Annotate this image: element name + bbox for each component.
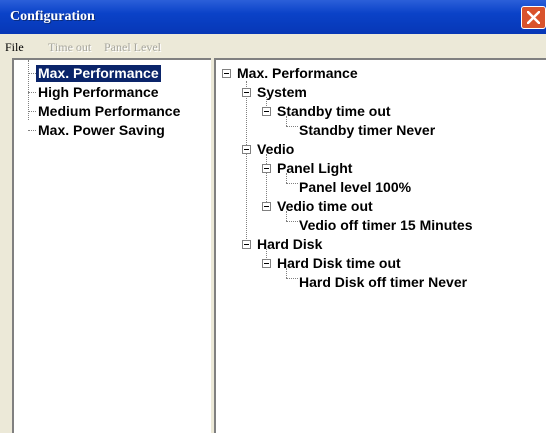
profile-item-max-power-saving[interactable]: Max. Power Saving	[38, 122, 165, 139]
tree-connector	[266, 154, 267, 202]
tree-connector	[28, 73, 36, 74]
tree-connector	[286, 116, 287, 126]
configuration-window: Configuration File Time out Panel Level …	[0, 0, 546, 433]
settings-tree: Max. Performance System Standby time out…	[214, 58, 546, 433]
tree-connector	[286, 221, 298, 222]
tree-root-label[interactable]: Max. Performance	[237, 65, 358, 82]
tree-connector	[286, 126, 298, 127]
close-button[interactable]	[521, 6, 546, 29]
minus-box-icon[interactable]	[262, 164, 271, 173]
tree-connector	[286, 278, 298, 279]
menu-time-out[interactable]: Time out	[48, 40, 91, 55]
title-bar[interactable]: Configuration	[0, 0, 546, 34]
profile-tree: Max. Performance High Performance Medium…	[12, 58, 211, 433]
minus-box-icon[interactable]	[222, 69, 231, 78]
tree-node-vedio-timeout[interactable]: Vedio time out	[277, 198, 373, 215]
tree-node-hard-disk-timeout[interactable]: Hard Disk time out	[277, 255, 401, 272]
tree-leaf-standby-timer[interactable]: Standby timer Never	[299, 122, 435, 139]
close-icon	[527, 11, 540, 24]
tree-node-system[interactable]: System	[257, 84, 307, 101]
tree-connector	[28, 130, 36, 131]
menu-panel-level[interactable]: Panel Level	[104, 40, 161, 55]
tree-node-vedio[interactable]: Vedio	[257, 141, 294, 158]
minus-box-icon[interactable]	[262, 259, 271, 268]
tree-connector	[246, 81, 247, 239]
tree-node-standby-timeout[interactable]: Standby time out	[277, 103, 391, 120]
tree-leaf-vedio-timer[interactable]: Vedio off timer 15 Minutes	[299, 217, 472, 234]
tree-node-panel-light[interactable]: Panel Light	[277, 160, 352, 177]
tree-leaf-hard-disk-timer[interactable]: Hard Disk off timer Never	[299, 274, 467, 291]
minus-box-icon[interactable]	[242, 88, 251, 97]
tree-leaf-panel-level[interactable]: Panel level 100%	[299, 179, 411, 196]
minus-box-icon[interactable]	[242, 145, 251, 154]
tree-connector	[286, 268, 287, 278]
tree-connector	[28, 92, 36, 93]
profile-item-medium-performance[interactable]: Medium Performance	[38, 103, 180, 120]
minus-box-icon[interactable]	[242, 240, 251, 249]
tree-connector	[28, 111, 36, 112]
profile-item-max-performance[interactable]: Max. Performance	[36, 65, 161, 82]
minus-box-icon[interactable]	[262, 107, 271, 116]
window-title: Configuration	[10, 9, 95, 24]
tree-connector	[286, 173, 287, 183]
tree-connector	[286, 183, 298, 184]
minus-box-icon[interactable]	[262, 202, 271, 211]
menu-file[interactable]: File	[5, 40, 24, 55]
profile-item-high-performance[interactable]: High Performance	[38, 84, 159, 101]
tree-connector	[286, 211, 287, 221]
menu-bar: File Time out Panel Level	[0, 34, 546, 58]
